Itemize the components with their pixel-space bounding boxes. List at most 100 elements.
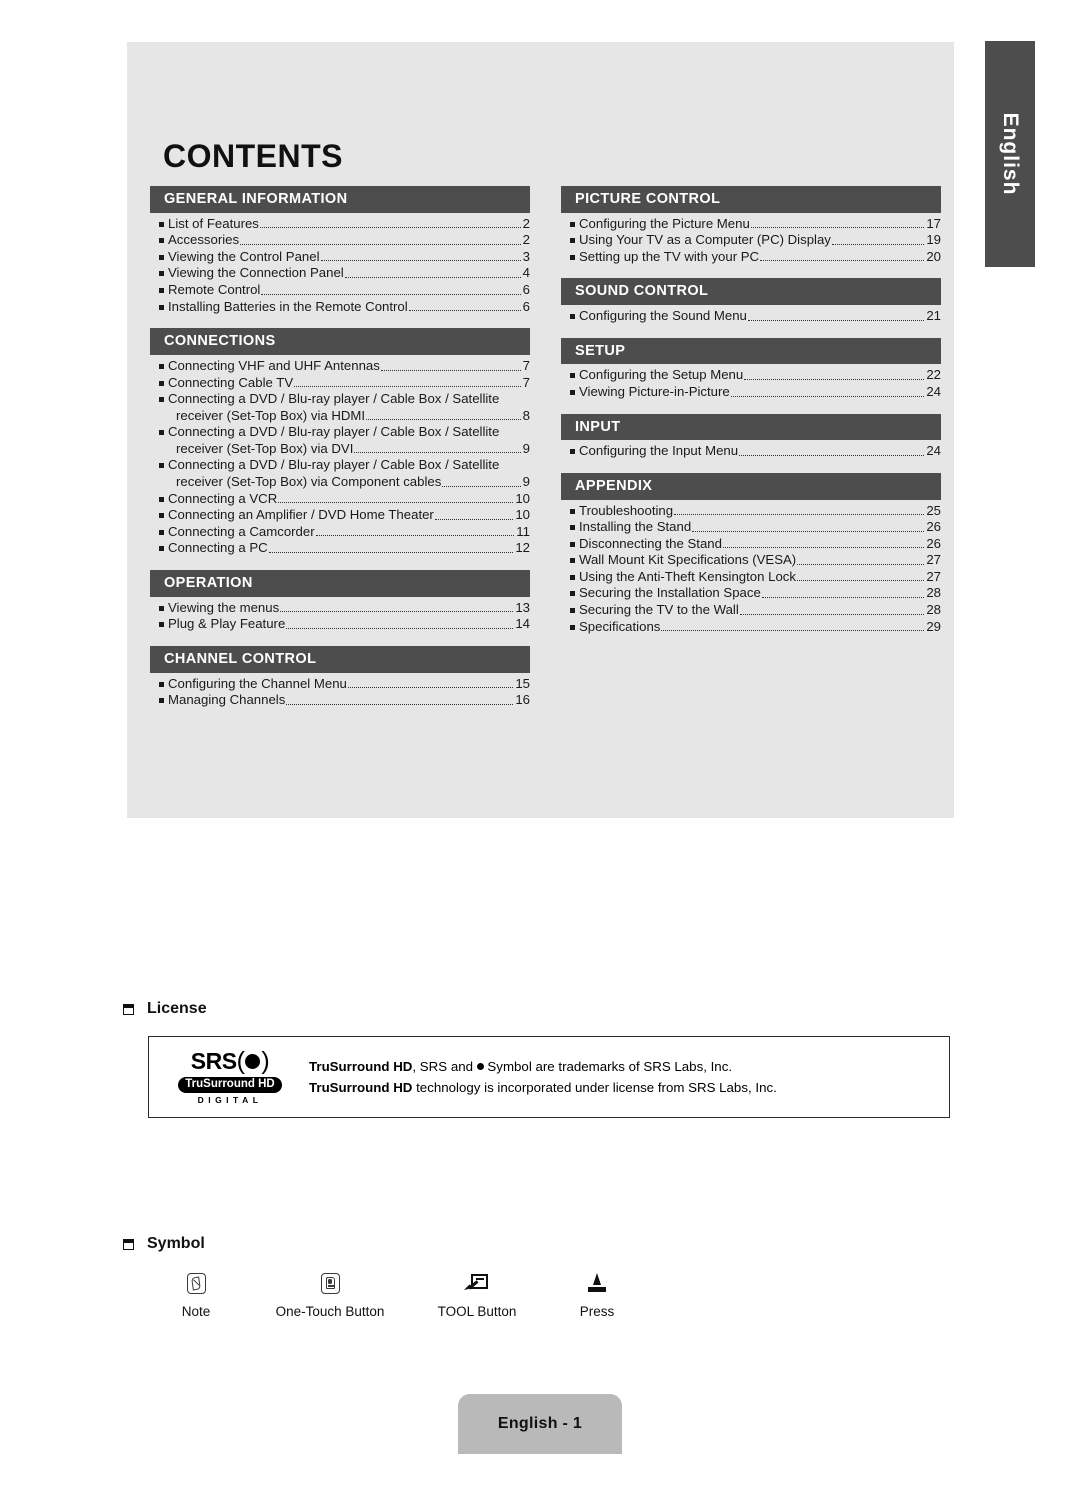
toc-page-number: 24 xyxy=(926,383,941,399)
toc-page-number: 20 xyxy=(926,248,941,264)
toc-leader xyxy=(347,687,514,689)
srs-paren-close: ) xyxy=(261,1046,270,1075)
toc-entry[interactable]: Connecting an Amplifier / DVD Home Theat… xyxy=(150,507,530,524)
toc-page-number: 24 xyxy=(926,443,941,459)
toc-leader xyxy=(661,630,925,632)
symbol-caption: Note xyxy=(181,1304,211,1319)
toc-entry[interactable]: Connecting a PC 12 xyxy=(150,540,530,557)
toc-entry[interactable]: Remote Control 6 xyxy=(150,282,530,299)
toc-section-heading: SETUP xyxy=(561,337,941,365)
toc-entry[interactable]: Accessories 2 xyxy=(150,232,530,249)
toc-entry[interactable]: List of Features 2 xyxy=(150,216,530,233)
toc-entry[interactable]: Connecting a DVD / Blu-ray player / Cabl… xyxy=(150,424,530,457)
license-line1-rest-a: , SRS and xyxy=(412,1059,477,1074)
toc-entry-label-line2: receiver (Set-Top Box) via DVI 9 xyxy=(159,441,530,458)
toc-entry-label: Securing the TV to the Wall xyxy=(579,602,739,618)
toc-page-number: 10 xyxy=(515,507,530,523)
toc-entry-label-continued: receiver (Set-Top Box) via HDMI xyxy=(176,407,366,423)
toc-entry-label: Connecting an Amplifier / DVD Home Theat… xyxy=(168,507,434,523)
toc-bullet-icon xyxy=(159,529,164,535)
symbol-item-one-touch: One-Touch Button xyxy=(260,1270,400,1319)
toc-entry[interactable]: Viewing the menus 13 xyxy=(150,600,530,617)
license-text: TruSurround HD, SRS and Symbol are trade… xyxy=(299,1056,949,1098)
toc-entry[interactable]: Specifications 29 xyxy=(561,619,941,636)
toc-bullet-icon xyxy=(570,389,575,395)
toc-entry[interactable]: Disconnecting the Stand 26 xyxy=(561,536,941,553)
toc-entry[interactable]: Troubleshooting 25 xyxy=(561,503,941,520)
language-tab-label: English xyxy=(999,112,1022,196)
toc-bullet-icon xyxy=(570,314,575,320)
toc-entry[interactable]: Connecting Cable TV 7 xyxy=(150,375,530,392)
toc-entry-label: Configuring the Sound Menu xyxy=(579,308,747,324)
license-line2-rest: technology is incorporated under license… xyxy=(412,1080,777,1095)
toc-entry[interactable]: Connecting a VCR 10 xyxy=(150,491,530,508)
toc-entry[interactable]: Wall Mount Kit Specifications (VESA) 27 xyxy=(561,552,941,569)
toc-entry-label: Using the Anti-Theft Kensington Lock xyxy=(579,568,796,584)
toc-entry-label: Installing Batteries in the Remote Contr… xyxy=(168,298,408,314)
toc-leader xyxy=(280,611,514,613)
toc-bullet-icon xyxy=(159,513,164,519)
toc-list: Configuring the Setup Menu 22 Viewing Pict… xyxy=(561,367,941,400)
toc-entry[interactable]: Configuring the Channel Menu 15 xyxy=(150,676,530,693)
toc-entry[interactable]: Managing Channels 16 xyxy=(150,692,530,709)
toc-bullet-icon xyxy=(159,463,164,469)
symbol-heading: Symbol xyxy=(123,1235,205,1253)
toc-entry[interactable]: Connecting a DVD / Blu-ray player / Cabl… xyxy=(150,457,530,490)
toc-entry[interactable]: Viewing the Connection Panel 4 xyxy=(150,265,530,282)
toc-entry[interactable]: Configuring the Sound Menu 21 xyxy=(561,308,941,325)
toc-entry[interactable]: Using Your TV as a Computer (PC) Display… xyxy=(561,232,941,249)
toc-entry[interactable]: Using the Anti-Theft Kensington Lock 27 xyxy=(561,569,941,586)
toc-page-number: 16 xyxy=(515,692,530,708)
toc-leader xyxy=(240,243,521,245)
toc-leader xyxy=(380,369,521,371)
srs-digital-label: DIGITAL xyxy=(197,1095,263,1106)
toc-entry[interactable]: Installing Batteries in the Remote Contr… xyxy=(150,299,530,316)
toc-section: PICTURE CONTROL Configuring the Picture M… xyxy=(561,186,941,265)
toc-entry-label: Troubleshooting xyxy=(579,502,674,518)
toc-page-number: 10 xyxy=(515,490,530,506)
toc-entry-label: Viewing the menus xyxy=(168,599,280,615)
toc-section-heading: SOUND CONTROL xyxy=(561,278,941,306)
toc-entry[interactable]: Connecting a DVD / Blu-ray player / Cabl… xyxy=(150,391,530,424)
toc-entry[interactable]: Securing the Installation Space 28 xyxy=(561,585,941,602)
toc-list: Connecting VHF and UHF Antennas 7 Connecti… xyxy=(150,358,530,557)
license-line-2: TruSurround HD technology is incorporate… xyxy=(309,1077,949,1098)
toc-entry-label: Managing Channels xyxy=(168,692,286,708)
toc-section: SOUND CONTROL Configuring the Sound Menu 2… xyxy=(561,278,941,324)
toc-bullet-icon xyxy=(159,254,164,260)
toc-entry[interactable]: Plug & Play Feature 14 xyxy=(150,616,530,633)
symbol-item-tool: TOOL Button xyxy=(418,1270,536,1319)
toc-section: APPENDIX Troubleshooting 25 Installing the … xyxy=(561,472,941,636)
toc-page-number: 3 xyxy=(522,248,530,264)
toc-bullet-icon xyxy=(159,271,164,277)
toc-section-heading: APPENDIX xyxy=(561,472,941,500)
toc-entry[interactable]: Viewing Picture-in-Picture 24 xyxy=(561,384,941,401)
toc-list: Configuring the Channel Menu 15 Managing C… xyxy=(150,676,530,709)
toc-entry[interactable]: Connecting a Camcorder 11 xyxy=(150,524,530,541)
toc-bullet-icon xyxy=(159,363,164,369)
toc-leader xyxy=(747,319,925,321)
toc-list: Configuring the Sound Menu 21 xyxy=(561,308,941,325)
license-heading-label: License xyxy=(147,1000,207,1017)
toc-page-number: 11 xyxy=(516,523,530,539)
toc-entry[interactable]: Configuring the Setup Menu 22 xyxy=(561,367,941,384)
toc-leader xyxy=(366,419,521,421)
toc-bullet-icon xyxy=(570,449,575,455)
toc-page-number: 28 xyxy=(926,585,941,601)
toc-leader xyxy=(286,703,514,705)
toc-bullet-icon xyxy=(570,591,575,597)
toc-entry[interactable]: Connecting VHF and UHF Antennas 7 xyxy=(150,358,530,375)
toc-entry[interactable]: Securing the TV to the Wall 28 xyxy=(561,602,941,619)
toc-section-heading: OPERATION xyxy=(150,570,530,597)
toc-entry[interactable]: Configuring the Picture Menu 17 xyxy=(561,216,941,233)
toc-bullet-icon xyxy=(570,254,575,260)
srs-pill-label: TruSurround HD xyxy=(178,1076,282,1094)
toc-entry[interactable]: Setting up the TV with your PC 20 xyxy=(561,249,941,266)
toc-list: Configuring the Picture Menu 17 Using Your… xyxy=(561,216,941,266)
license-line1-rest-b: Symbol are trademarks of SRS Labs, Inc. xyxy=(483,1059,733,1074)
toc-page-number: 19 xyxy=(926,232,941,248)
toc-entry[interactable]: Installing the Stand 26 xyxy=(561,519,941,536)
toc-bullet-icon xyxy=(570,221,575,227)
toc-entry[interactable]: Configuring the Input Menu 24 xyxy=(561,443,941,460)
toc-entry[interactable]: Viewing the Control Panel 3 xyxy=(150,249,530,266)
